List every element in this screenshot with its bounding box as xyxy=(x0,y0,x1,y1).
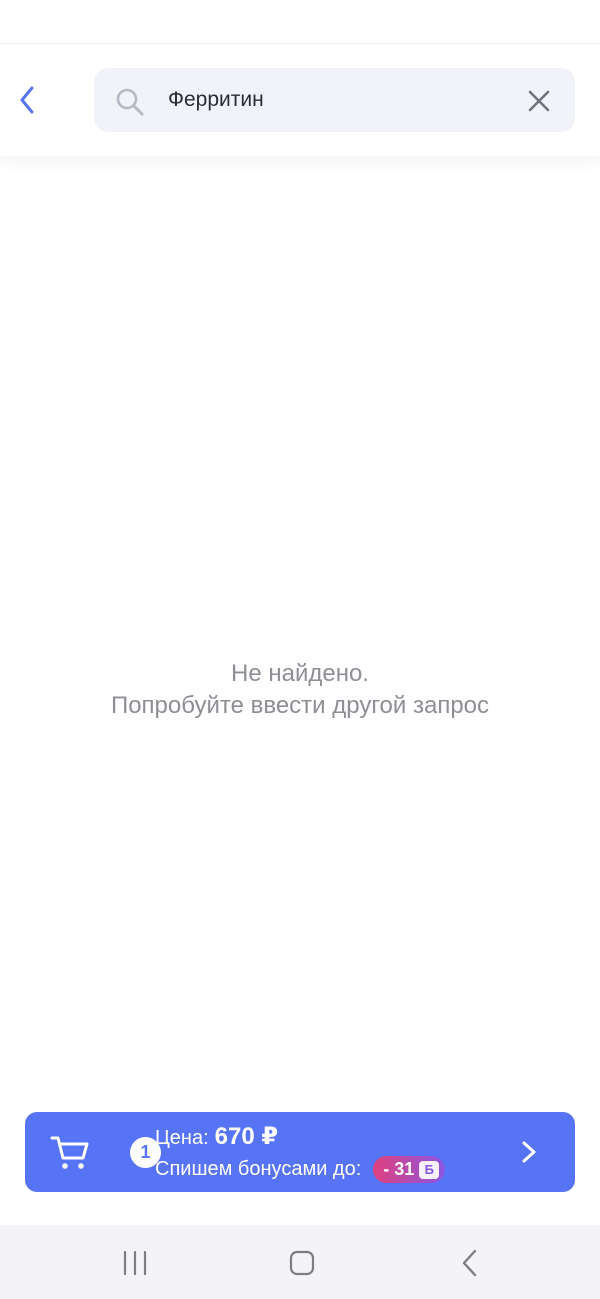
bonus-label: Спишем бонусами до: xyxy=(155,1158,362,1180)
price-value: 670 ₽ xyxy=(214,1123,279,1150)
close-icon[interactable] xyxy=(527,89,551,113)
search-icon xyxy=(116,88,144,116)
empty-state-message: Не найдено. Попробуйте ввести другой зап… xyxy=(0,658,600,722)
chevron-right-icon[interactable] xyxy=(519,1140,539,1164)
empty-state-hint: Попробуйте ввести другой запрос xyxy=(110,692,490,719)
home-icon xyxy=(289,1250,315,1276)
cart-icon xyxy=(50,1136,89,1169)
bonus-badge: - 31 Б xyxy=(373,1156,446,1183)
price-label: Цена: xyxy=(155,1127,209,1149)
search-box[interactable] xyxy=(94,68,575,132)
cart-checkout-bar[interactable]: 1 Цена: 670 ₽ Спишем бонусами до: - 31 Б xyxy=(25,1112,575,1192)
bonus-unit: Б xyxy=(419,1160,440,1179)
chevron-left-icon xyxy=(20,86,34,114)
empty-state-title: Не найдено. xyxy=(231,660,369,687)
back-icon xyxy=(462,1249,477,1277)
price-line: Цена: 670 ₽ xyxy=(155,1122,278,1151)
system-back-button[interactable] xyxy=(440,1243,500,1283)
system-nav-bar xyxy=(0,1225,600,1299)
recent-apps-icon xyxy=(123,1250,147,1276)
search-page: Не найдено. Попробуйте ввести другой зап… xyxy=(0,0,600,1299)
home-button[interactable] xyxy=(272,1243,332,1283)
bonus-line: Спишем бонусами до: - 31 Б xyxy=(155,1156,446,1183)
status-bar xyxy=(0,0,600,44)
bonus-value: - 31 xyxy=(383,1159,415,1179)
recent-apps-button[interactable] xyxy=(105,1243,165,1283)
back-button[interactable] xyxy=(12,80,42,120)
search-input[interactable] xyxy=(168,80,498,120)
search-header xyxy=(0,44,600,156)
